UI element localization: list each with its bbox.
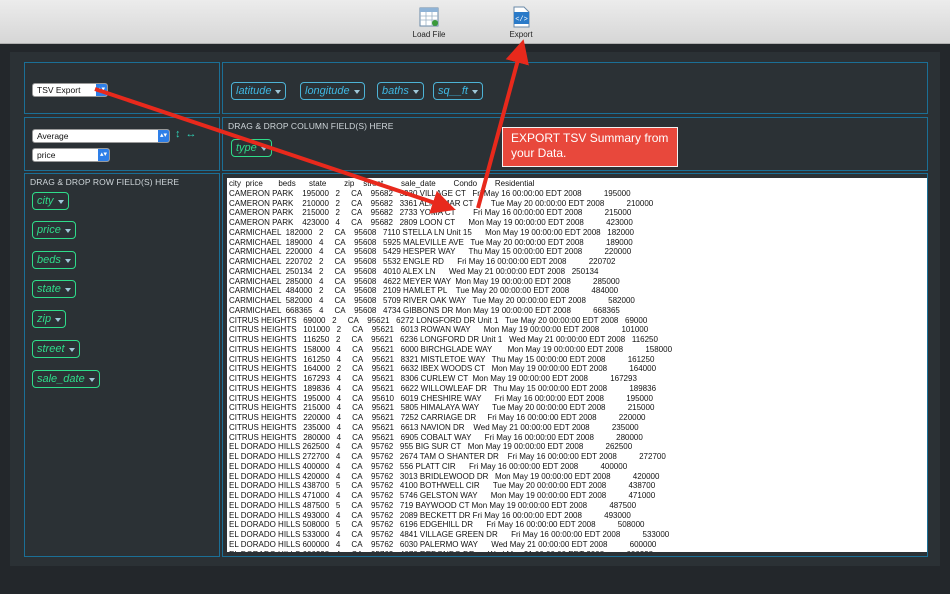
aggregator-select[interactable]: Average ▴▾: [32, 129, 170, 143]
column-drop-label: DRAG & DROP COLUMN FIELD(S) HERE: [228, 121, 394, 131]
select-arrows-icon: ▴▾: [98, 149, 109, 161]
row-drop-zone[interactable]: DRAG & DROP ROW FIELD(S) HERE city price…: [24, 173, 220, 557]
pivot-workspace: TSV Export ▴▾ latitude longitude baths s…: [10, 52, 940, 566]
export-type-value: TSV Export: [37, 85, 81, 95]
tsv-output-textarea[interactable]: city price beds state zip street sale_da…: [227, 178, 927, 552]
tsv-output-text: city price beds state zip street sale_da…: [229, 179, 673, 552]
code-file-icon: </>: [513, 6, 530, 28]
field-pill-state[interactable]: state: [32, 280, 76, 298]
load-file-button[interactable]: Load File: [399, 6, 459, 42]
output-panel: city price beds state zip street sale_da…: [222, 173, 928, 557]
toolbar: Load File </> Export: [0, 0, 950, 44]
aggregator-field-select[interactable]: price ▴▾: [32, 148, 110, 162]
field-pill-latitude[interactable]: latitude: [231, 82, 287, 100]
col-order-icon[interactable]: ↔: [186, 128, 197, 140]
row-order-icon[interactable]: ↕: [175, 128, 181, 140]
load-file-label: Load File: [412, 30, 446, 39]
aggregator-panel: Average ▴▾ ↕ ↔ price ▴▾: [24, 117, 220, 171]
field-pill-sq-ft[interactable]: sq__ft: [433, 82, 483, 100]
sort-controls: ↕ ↔: [175, 128, 202, 140]
unused-fields-panel: latitude longitude baths sq__ft: [222, 62, 928, 114]
app-window: Load File </> Export TSV Export ▴▾ latit…: [0, 0, 950, 594]
field-pill-price[interactable]: price: [32, 221, 76, 239]
row-drop-label: DRAG & DROP ROW FIELD(S) HERE: [30, 177, 180, 187]
field-pill-zip[interactable]: zip: [32, 310, 67, 328]
field-pill-longitude[interactable]: longitude: [300, 82, 365, 100]
export-type-select[interactable]: TSV Export ▴▾: [32, 83, 108, 97]
svg-text:</>: </>: [515, 16, 528, 24]
field-pill-type[interactable]: type: [231, 139, 272, 157]
field-pill-city[interactable]: city: [32, 192, 69, 210]
field-pill-sale-date[interactable]: sale_date: [32, 370, 100, 388]
table-icon: [419, 7, 439, 27]
export-label: Export: [509, 30, 533, 39]
select-arrows-icon: ▴▾: [158, 130, 169, 142]
aggregator-value: Average: [37, 131, 69, 141]
export-type-panel: TSV Export ▴▾: [24, 62, 220, 114]
select-arrows-icon: ▴▾: [96, 84, 107, 96]
callout-box: EXPORT TSV Summary from your Data.: [502, 127, 678, 167]
field-pill-beds[interactable]: beds: [32, 251, 76, 269]
field-pill-street[interactable]: street: [32, 340, 80, 358]
export-button[interactable]: </> Export: [491, 6, 551, 42]
field-pill-baths[interactable]: baths: [377, 82, 424, 100]
aggregator-field-value: price: [37, 150, 56, 160]
